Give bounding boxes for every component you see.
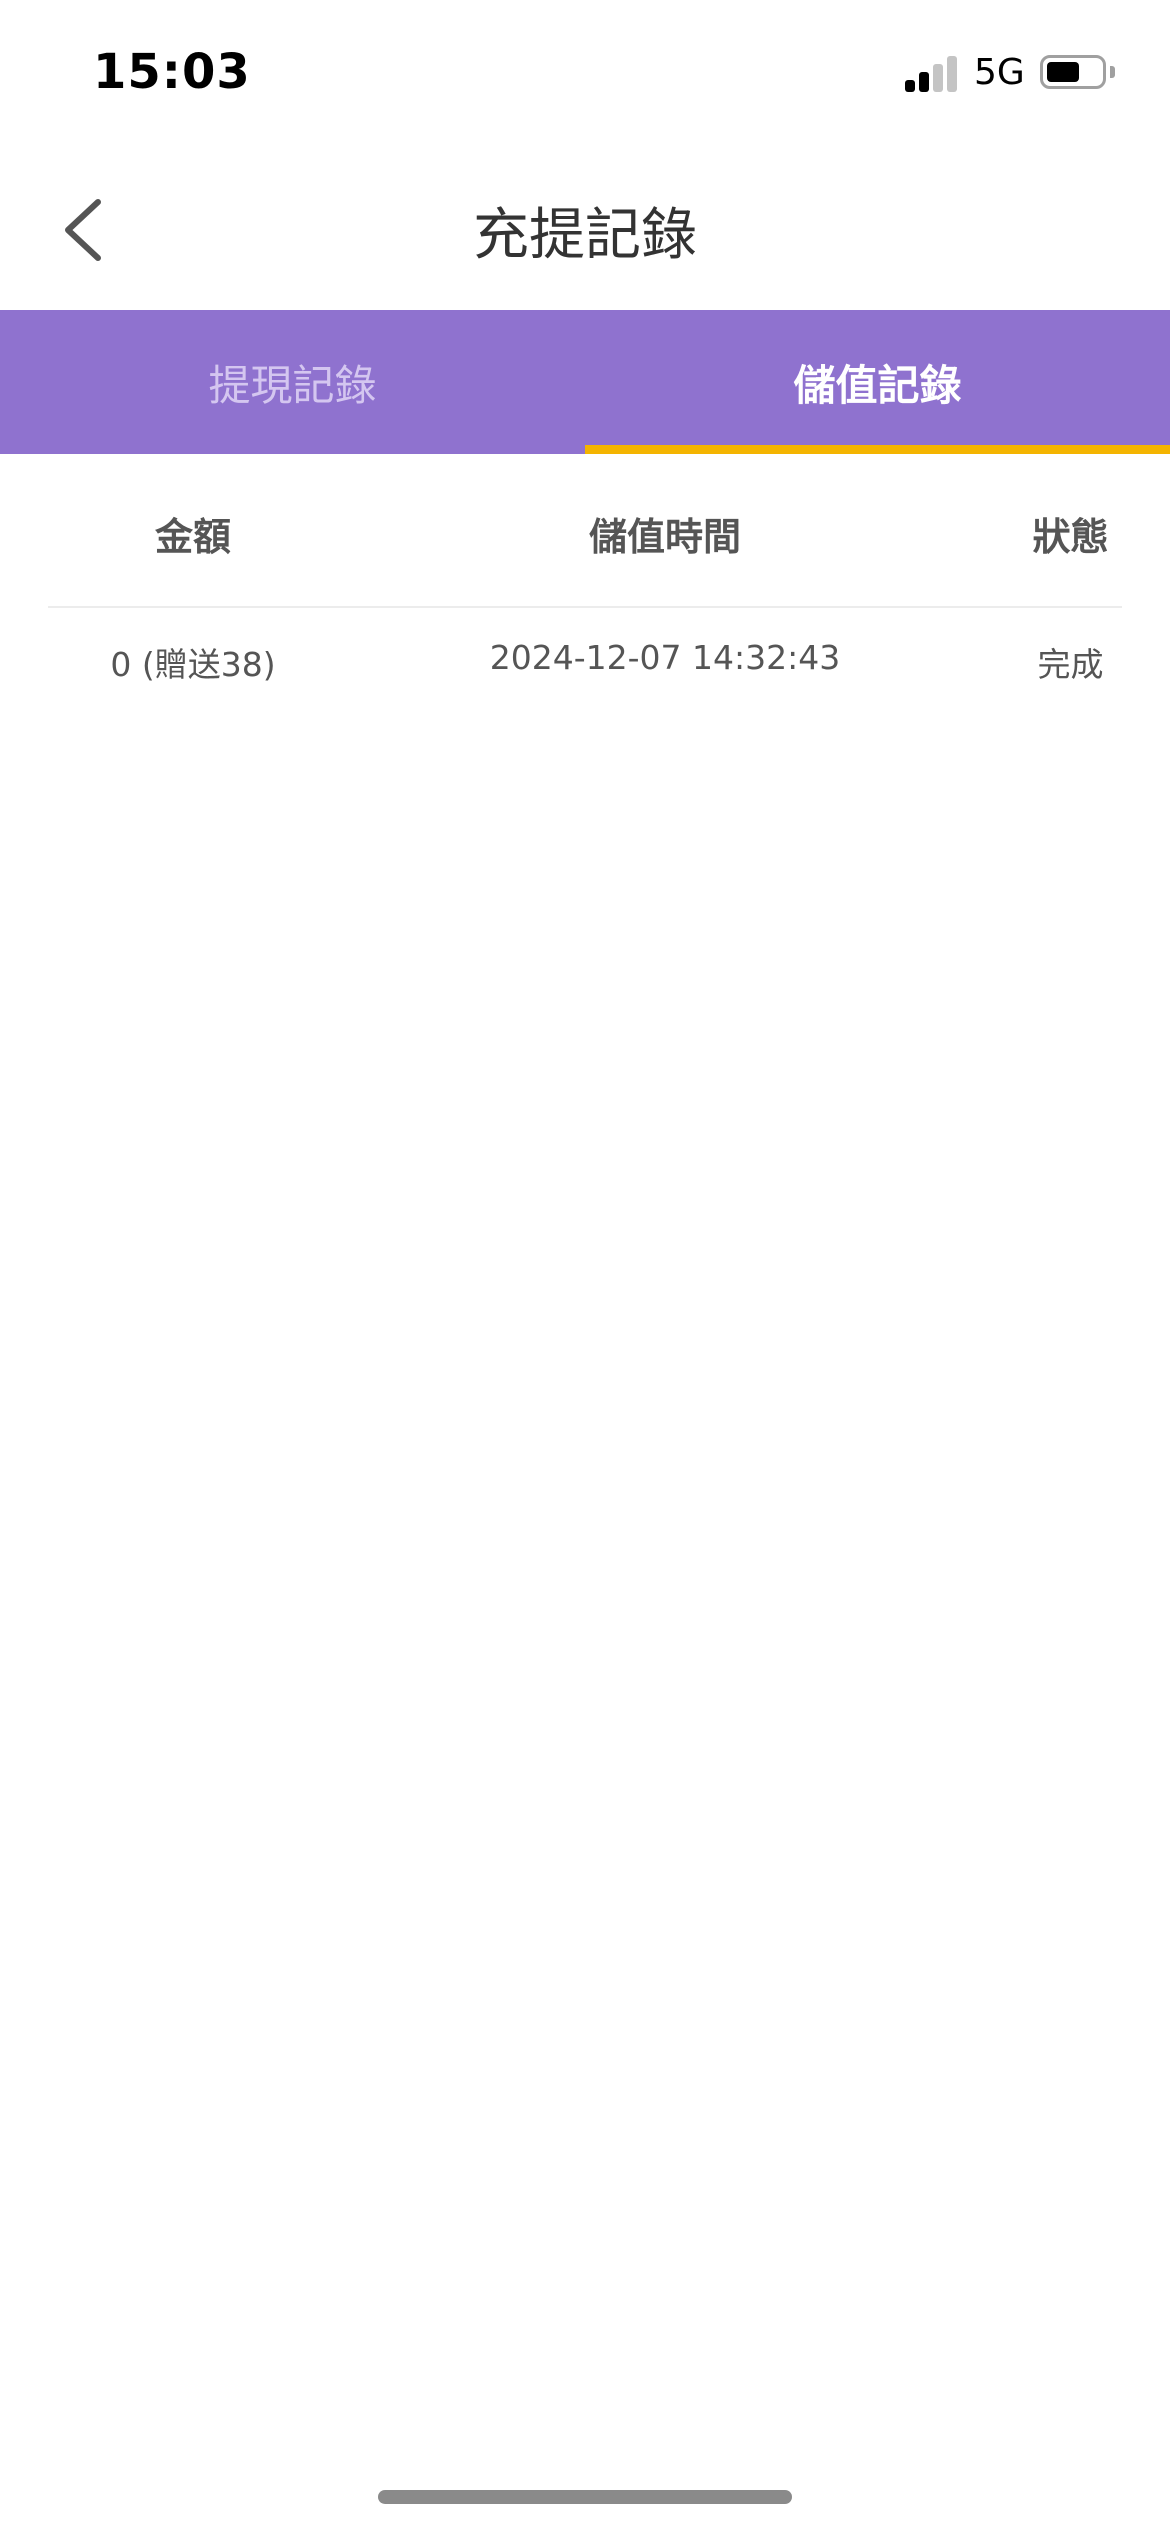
header-status: 狀態 xyxy=(1032,515,1109,559)
signal-bar xyxy=(919,72,929,92)
cell-status: 完成 xyxy=(1037,645,1104,684)
nav-bar: 充提記錄 xyxy=(0,150,1170,310)
tab-label: 儲值記錄 xyxy=(793,360,962,410)
battery-fill xyxy=(1047,62,1079,82)
signal-bar xyxy=(947,56,957,92)
signal-bar xyxy=(905,80,915,92)
tab-label: 提現記錄 xyxy=(208,360,377,410)
tab-deposit-records[interactable]: 儲值記錄 xyxy=(585,310,1170,454)
active-tab-underline xyxy=(585,445,1170,454)
table-header: 金額 儲值時間 狀態 xyxy=(48,454,1122,608)
header-deposit-time: 儲值時間 xyxy=(588,515,741,559)
page-title: 充提記錄 xyxy=(473,203,697,268)
home-indicator[interactable] xyxy=(378,2490,792,2504)
signal-bar xyxy=(933,64,943,92)
network-label: 5G xyxy=(974,52,1025,93)
records-table: 金額 儲值時間 狀態 0 (贈送38) 2024-12-07 14:32:43 … xyxy=(48,454,1122,708)
cell-deposit-time: 2024-12-07 14:32:43 xyxy=(489,638,841,677)
status-bar: 15:03 5G xyxy=(0,0,1170,150)
tab-bar: 提現記錄 儲值記錄 xyxy=(0,310,1170,454)
status-time: 15:03 xyxy=(93,44,251,100)
signal-icon xyxy=(905,54,961,92)
screen: 15:03 5G 充提記錄 提現記錄 儲值記錄 金額 儲值時間 狀態 0 (贈送… xyxy=(0,0,1170,2532)
battery-icon xyxy=(1040,55,1106,89)
table-row: 0 (贈送38) 2024-12-07 14:32:43 完成 xyxy=(48,608,1122,708)
cell-amount: 0 (贈送38) xyxy=(110,645,276,684)
battery-tip xyxy=(1110,66,1115,78)
header-amount: 金額 xyxy=(154,515,231,559)
tab-withdrawal-records[interactable]: 提現記錄 xyxy=(0,310,585,454)
